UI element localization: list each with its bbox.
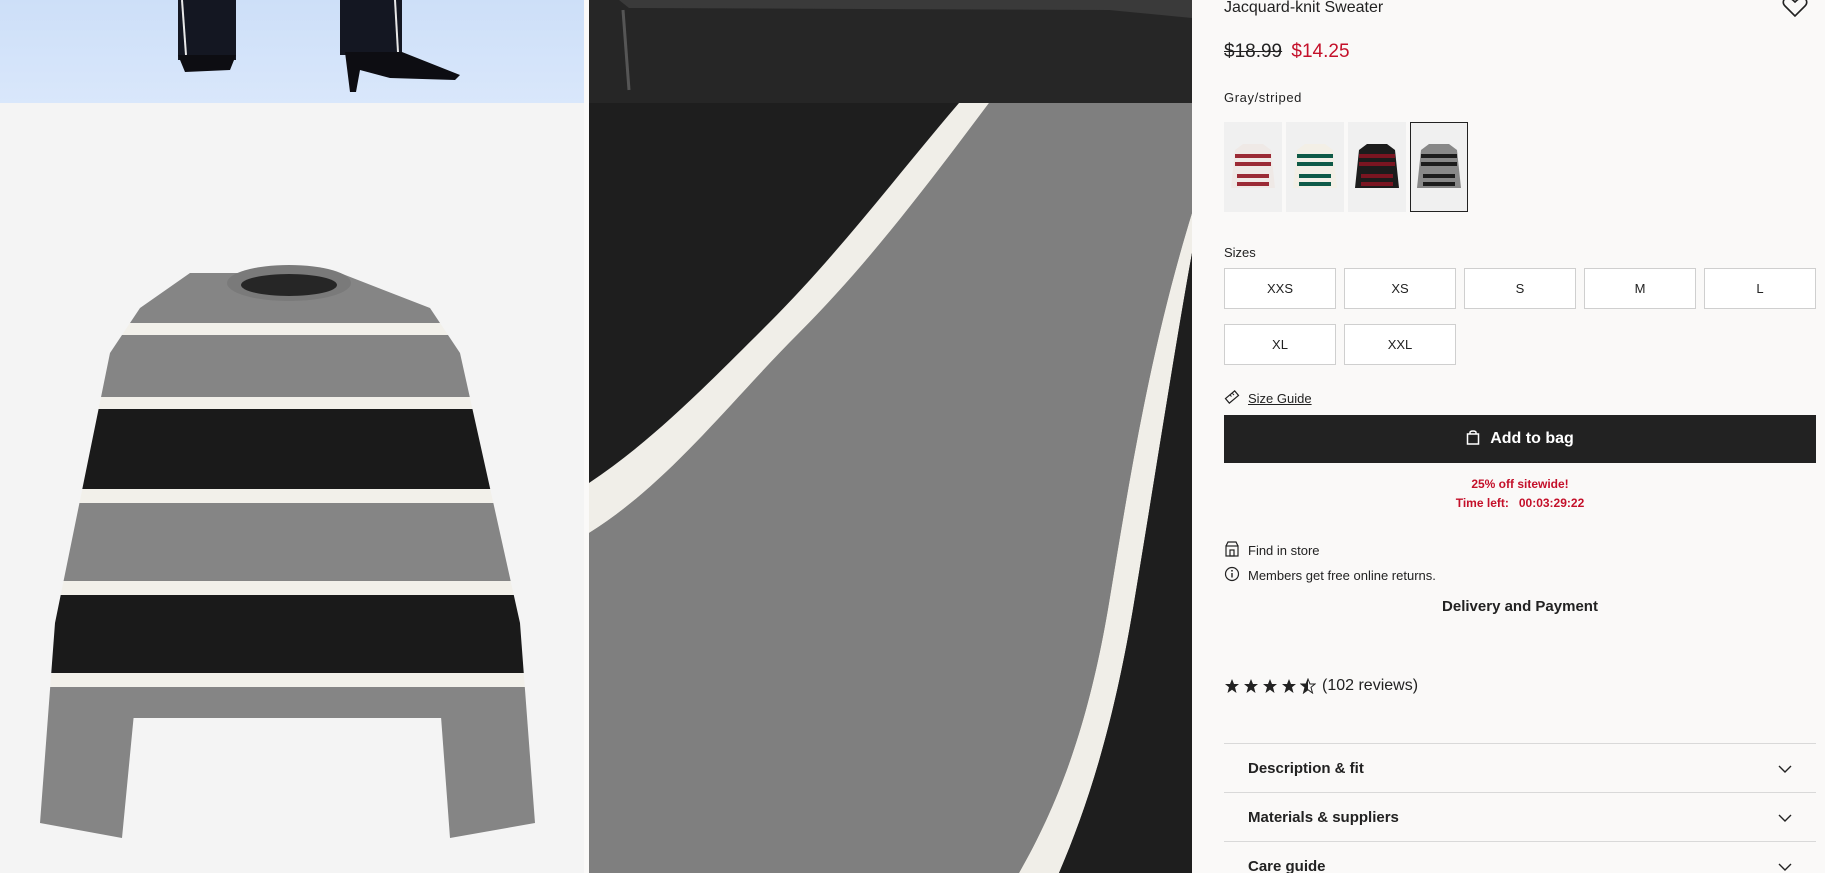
accordion-care-guide[interactable]: Care guide	[1224, 841, 1816, 873]
accordion-materials-suppliers[interactable]: Materials & suppliers	[1224, 792, 1816, 841]
chevron-down-icon	[1778, 809, 1792, 826]
chevron-down-icon	[1778, 858, 1792, 873]
price-sale: $14.25	[1291, 41, 1350, 62]
sizes-label: Sizes	[1224, 245, 1256, 260]
color-swatches	[1224, 122, 1468, 212]
color-swatch[interactable]	[1224, 122, 1282, 212]
color-swatch-selected[interactable]	[1410, 122, 1468, 212]
accordion-description-fit[interactable]: Description & fit	[1224, 743, 1816, 792]
chevron-down-icon	[1778, 760, 1792, 777]
closeup-photo[interactable]	[589, 103, 1192, 873]
swatch-thumbnail	[1355, 144, 1399, 188]
price-original: $18.99	[1224, 41, 1283, 62]
promo-headline: 25% off sitewide!	[1471, 477, 1569, 491]
promo-time-label: Time left:	[1455, 496, 1509, 510]
swatch-thumbnail	[1417, 144, 1461, 188]
accordion-label: Description & fit	[1248, 759, 1364, 777]
size-button[interactable]: XS	[1344, 268, 1456, 309]
info-icon	[1224, 566, 1240, 585]
selected-color-name: Gray/striped	[1224, 90, 1303, 105]
accordion-label: Materials & suppliers	[1248, 808, 1399, 826]
detail-photo-top[interactable]	[589, 0, 1192, 103]
size-options: XXS XS S M L XL XXL	[1224, 268, 1816, 365]
model-photo[interactable]	[0, 0, 584, 103]
free-returns-label: Members get free online returns.	[1248, 568, 1436, 583]
flatlay-photo[interactable]	[0, 103, 584, 873]
find-in-store-label[interactable]: Find in store	[1248, 543, 1320, 558]
add-to-bag-label: Add to bag	[1490, 430, 1574, 447]
promo-timer: 00:03:29:22	[1518, 496, 1585, 510]
swatch-thumbnail	[1293, 144, 1337, 188]
size-button[interactable]: S	[1464, 268, 1576, 309]
reviews-count[interactable]: (102 reviews)	[1322, 677, 1418, 695]
star-icon	[1282, 679, 1296, 693]
size-button[interactable]: XXL	[1344, 324, 1456, 365]
size-button[interactable]: L	[1704, 268, 1816, 309]
bag-icon	[1466, 429, 1480, 450]
reviews-summary[interactable]: (102 reviews)	[1224, 677, 1418, 695]
size-button[interactable]: XXS	[1224, 268, 1336, 309]
price: $18.99 $14.25	[1224, 41, 1350, 63]
size-button[interactable]: M	[1584, 268, 1696, 309]
accordion-label: Care guide	[1248, 857, 1326, 873]
color-swatch[interactable]	[1286, 122, 1344, 212]
favorite-heart-icon[interactable]	[1782, 0, 1808, 18]
size-button[interactable]: XL	[1224, 324, 1336, 365]
star-icon	[1244, 679, 1258, 693]
size-guide-link[interactable]: Size Guide	[1248, 391, 1312, 406]
product-title: Jacquard-knit Sweater	[1224, 0, 1384, 16]
find-in-store[interactable]: Find in store	[1224, 541, 1320, 560]
color-swatch[interactable]	[1348, 122, 1406, 212]
size-guide[interactable]: Size Guide	[1224, 389, 1312, 408]
free-returns-note: Members get free online returns.	[1224, 566, 1436, 585]
ruler-icon	[1224, 389, 1240, 408]
star-half-icon	[1300, 678, 1316, 694]
store-icon	[1224, 541, 1240, 560]
promo-timer-row: Time left: 00:03:29:22	[1224, 494, 1816, 513]
product-page: Jacquard-knit Sweater $18.99 $14.25 Gray…	[0, 0, 1825, 873]
add-to-bag-button[interactable]: Add to bag	[1224, 415, 1816, 463]
star-icon	[1263, 679, 1277, 693]
star-icon	[1225, 679, 1239, 693]
delivery-and-payment-link[interactable]: Delivery and Payment	[1224, 598, 1816, 615]
swatch-thumbnail	[1231, 144, 1275, 188]
promo-banner: 25% off sitewide! Time left: 00:03:29:22	[1224, 475, 1816, 513]
